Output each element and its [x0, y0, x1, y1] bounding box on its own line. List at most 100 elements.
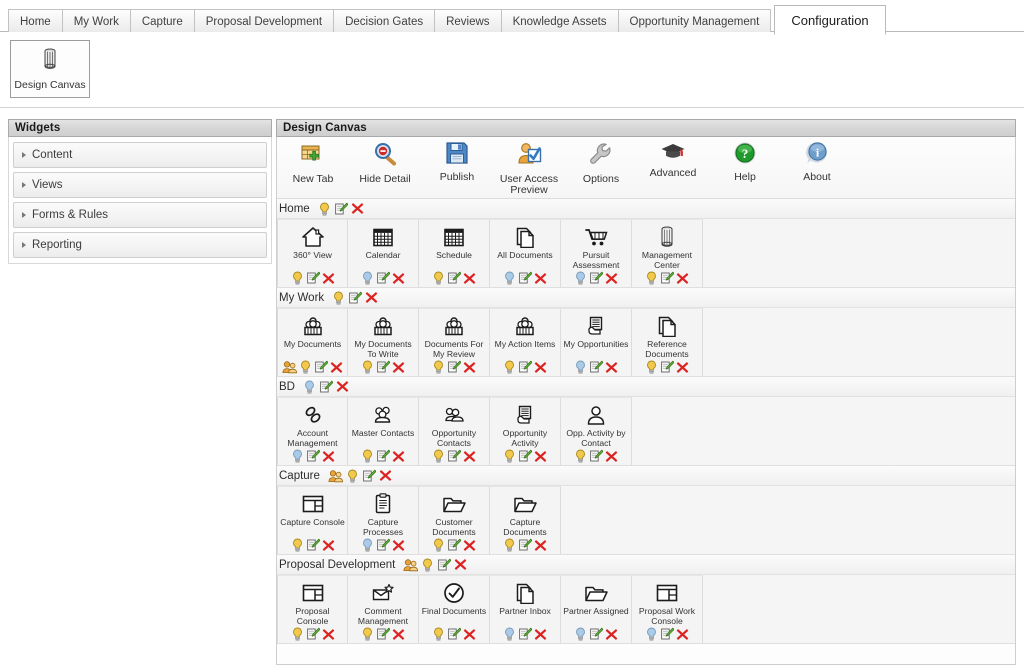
edit-icon[interactable]	[589, 627, 603, 641]
bulb-icon[interactable]	[299, 360, 312, 374]
delete-icon[interactable]	[534, 539, 547, 552]
edit-icon[interactable]	[306, 538, 320, 552]
delete-icon[interactable]	[463, 450, 476, 463]
delete-icon[interactable]	[534, 450, 547, 463]
toolbar-button-options[interactable]: Options	[565, 141, 637, 185]
edit-icon[interactable]	[334, 202, 348, 216]
bulb-icon[interactable]	[361, 271, 374, 285]
delete-icon[interactable]	[322, 539, 335, 552]
bulb-icon[interactable]	[332, 291, 345, 305]
delete-icon[interactable]	[463, 361, 476, 374]
delete-icon[interactable]	[605, 272, 618, 285]
delete-icon[interactable]	[534, 628, 547, 641]
bulb-icon[interactable]	[432, 538, 445, 552]
edit-icon[interactable]	[660, 627, 674, 641]
bulb-icon[interactable]	[645, 627, 658, 641]
delete-icon[interactable]	[534, 361, 547, 374]
edit-icon[interactable]	[376, 271, 390, 285]
people-orange-icon[interactable]	[282, 360, 297, 374]
edit-icon[interactable]	[447, 538, 461, 552]
edit-icon[interactable]	[306, 627, 320, 641]
design-canvas-ribbon-button[interactable]: Design Canvas	[10, 40, 90, 98]
bulb-icon[interactable]	[291, 627, 304, 641]
edit-icon[interactable]	[518, 271, 532, 285]
delete-icon[interactable]	[676, 361, 689, 374]
bulb-icon[interactable]	[503, 538, 516, 552]
sidebar-item-reporting[interactable]: Reporting	[13, 232, 267, 258]
bulb-icon[interactable]	[574, 449, 587, 463]
edit-icon[interactable]	[589, 271, 603, 285]
bulb-icon[interactable]	[318, 202, 331, 216]
bulb-icon[interactable]	[503, 360, 516, 374]
bulb-icon[interactable]	[361, 449, 374, 463]
delete-icon[interactable]	[605, 628, 618, 641]
edit-icon[interactable]	[447, 271, 461, 285]
widget-cell-partner-inbox[interactable]: Partner Inbox	[490, 575, 561, 643]
delete-icon[interactable]	[330, 361, 343, 374]
delete-icon[interactable]	[379, 469, 392, 482]
edit-icon[interactable]	[518, 449, 532, 463]
delete-icon[interactable]	[322, 628, 335, 641]
delete-icon[interactable]	[463, 272, 476, 285]
people-orange-icon[interactable]	[403, 558, 419, 572]
delete-icon[interactable]	[351, 202, 364, 215]
edit-icon[interactable]	[306, 271, 320, 285]
bulb-icon[interactable]	[503, 627, 516, 641]
bulb-icon[interactable]	[303, 380, 316, 394]
toolbar-button-publish[interactable]: Publish	[421, 141, 493, 183]
bulb-icon[interactable]	[503, 271, 516, 285]
bulb-icon[interactable]	[432, 449, 445, 463]
bulb-icon[interactable]	[291, 538, 304, 552]
widget-cell-management-center[interactable]: Management Center	[632, 219, 703, 287]
delete-icon[interactable]	[336, 380, 349, 393]
delete-icon[interactable]	[365, 291, 378, 304]
widget-cell-my-documents[interactable]: My Documents	[277, 308, 348, 376]
widget-cell-opportunity-contacts[interactable]: Opportunity Contacts	[419, 397, 490, 465]
sidebar-item-views[interactable]: Views	[13, 172, 267, 198]
edit-icon[interactable]	[314, 360, 328, 374]
bulb-icon[interactable]	[432, 627, 445, 641]
edit-icon[interactable]	[376, 538, 390, 552]
delete-icon[interactable]	[463, 628, 476, 641]
edit-icon[interactable]	[376, 360, 390, 374]
delete-icon[interactable]	[676, 628, 689, 641]
widget-cell-capture-console[interactable]: Capture Console	[277, 486, 348, 554]
nav-tab-configuration[interactable]: Configuration	[774, 5, 886, 35]
bulb-icon[interactable]	[361, 627, 374, 641]
widget-cell-master-contacts[interactable]: Master Contacts	[348, 397, 419, 465]
widget-cell-calendar[interactable]: Calendar	[348, 219, 419, 287]
toolbar-button-new-tab[interactable]: New Tab	[277, 141, 349, 185]
widget-cell-reference-documents[interactable]: Reference Documents	[632, 308, 703, 376]
edit-icon[interactable]	[518, 538, 532, 552]
sidebar-item-content[interactable]: Content	[13, 142, 267, 168]
widget-cell-pursuit-assessment[interactable]: Pursuit Assessment	[561, 219, 632, 287]
widget-cell-comment-management[interactable]: Comment Management	[348, 575, 419, 643]
delete-icon[interactable]	[454, 558, 467, 571]
bulb-icon[interactable]	[291, 271, 304, 285]
widget-cell-customer-documents[interactable]: Customer Documents	[419, 486, 490, 554]
delete-icon[interactable]	[392, 361, 405, 374]
bulb-icon[interactable]	[361, 538, 374, 552]
widget-cell-proposal-console[interactable]: Proposal Console	[277, 575, 348, 643]
sidebar-item-forms-rules[interactable]: Forms & Rules	[13, 202, 267, 228]
bulb-icon[interactable]	[574, 360, 587, 374]
bulb-icon[interactable]	[645, 271, 658, 285]
widget-cell-opp-activity-by-contact[interactable]: Opp. Activity by Contact	[561, 397, 632, 465]
toolbar-button-user-access-preview[interactable]: User Access Preview	[493, 141, 565, 196]
widget-cell-my-action-items[interactable]: My Action Items	[490, 308, 561, 376]
widget-cell-account-management[interactable]: Account Management	[277, 397, 348, 465]
toolbar-button-about[interactable]: i About	[781, 141, 853, 183]
edit-icon[interactable]	[518, 627, 532, 641]
widget-cell-all-documents[interactable]: All Documents	[490, 219, 561, 287]
edit-icon[interactable]	[660, 360, 674, 374]
edit-icon[interactable]	[362, 469, 376, 483]
bulb-icon[interactable]	[421, 558, 434, 572]
edit-icon[interactable]	[447, 627, 461, 641]
delete-icon[interactable]	[392, 539, 405, 552]
toolbar-button-advanced[interactable]: Advanced	[637, 141, 709, 179]
edit-icon[interactable]	[319, 380, 333, 394]
bulb-icon[interactable]	[645, 360, 658, 374]
widget-cell-360-view[interactable]: 360° View	[277, 219, 348, 287]
bulb-icon[interactable]	[432, 360, 445, 374]
people-orange-icon[interactable]	[328, 469, 343, 483]
